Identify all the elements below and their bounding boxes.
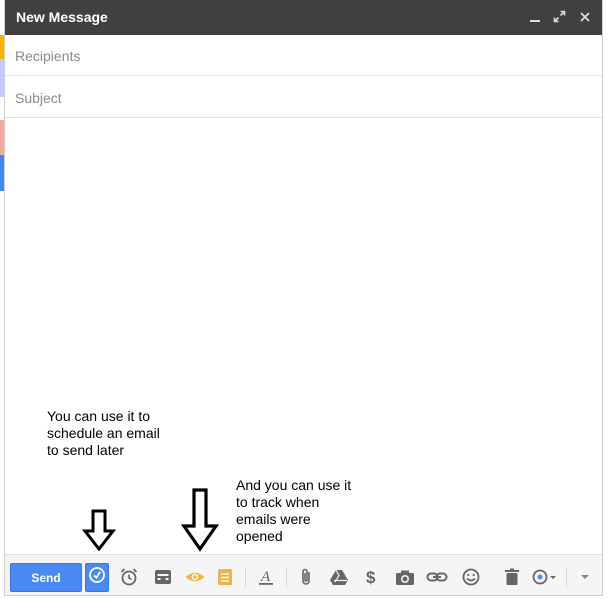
trash-icon[interactable]	[500, 565, 524, 589]
text-format-icon[interactable]: A	[254, 565, 278, 589]
emoji-icon[interactable]	[459, 565, 483, 589]
svg-text:$: $	[366, 568, 376, 587]
send-button[interactable]: Send	[10, 563, 82, 592]
toolbar-separator	[566, 567, 567, 587]
eye-tracking-icon[interactable]	[183, 565, 207, 589]
attachment-icon[interactable]	[295, 565, 319, 589]
schedule-send-button[interactable]	[85, 563, 109, 592]
send-button-label: Send	[31, 570, 61, 585]
window-controls	[527, 9, 592, 24]
subject-input[interactable]	[13, 77, 591, 119]
camera-icon[interactable]	[393, 565, 417, 589]
toolbar-separator	[286, 567, 287, 587]
subject-row	[5, 77, 602, 119]
schedule-arrow	[82, 509, 116, 551]
drive-icon[interactable]	[327, 565, 351, 589]
tracking-annotation: And you can use it to track when emails …	[236, 477, 352, 544]
dollar-icon[interactable]: $	[360, 565, 384, 589]
alarm-clock-icon[interactable]	[117, 565, 141, 589]
expand-icon[interactable]	[552, 9, 567, 24]
compose-titlebar[interactable]: New Message	[5, 0, 602, 35]
schedule-annotation: You can use it to schedule an email to s…	[47, 408, 160, 458]
signature-icon[interactable]	[530, 565, 558, 589]
minimize-icon[interactable]	[527, 9, 542, 24]
toolbar-separator	[245, 567, 246, 587]
schedule-clock-icon	[88, 566, 106, 589]
recipients-row	[5, 35, 602, 77]
recipients-input[interactable]	[13, 35, 591, 77]
compose-window: New Message You can use it to schedule a…	[4, 0, 603, 596]
tracking-arrow	[181, 488, 219, 552]
notes-icon[interactable]	[213, 565, 237, 589]
link-icon[interactable]	[425, 565, 449, 589]
svg-text:A: A	[260, 569, 271, 585]
compose-title: New Message	[16, 9, 108, 25]
more-options-icon[interactable]	[573, 565, 597, 589]
inbox-template-icon[interactable]	[151, 565, 175, 589]
compose-toolbar: Send A $	[5, 554, 602, 595]
close-icon[interactable]	[577, 9, 592, 24]
